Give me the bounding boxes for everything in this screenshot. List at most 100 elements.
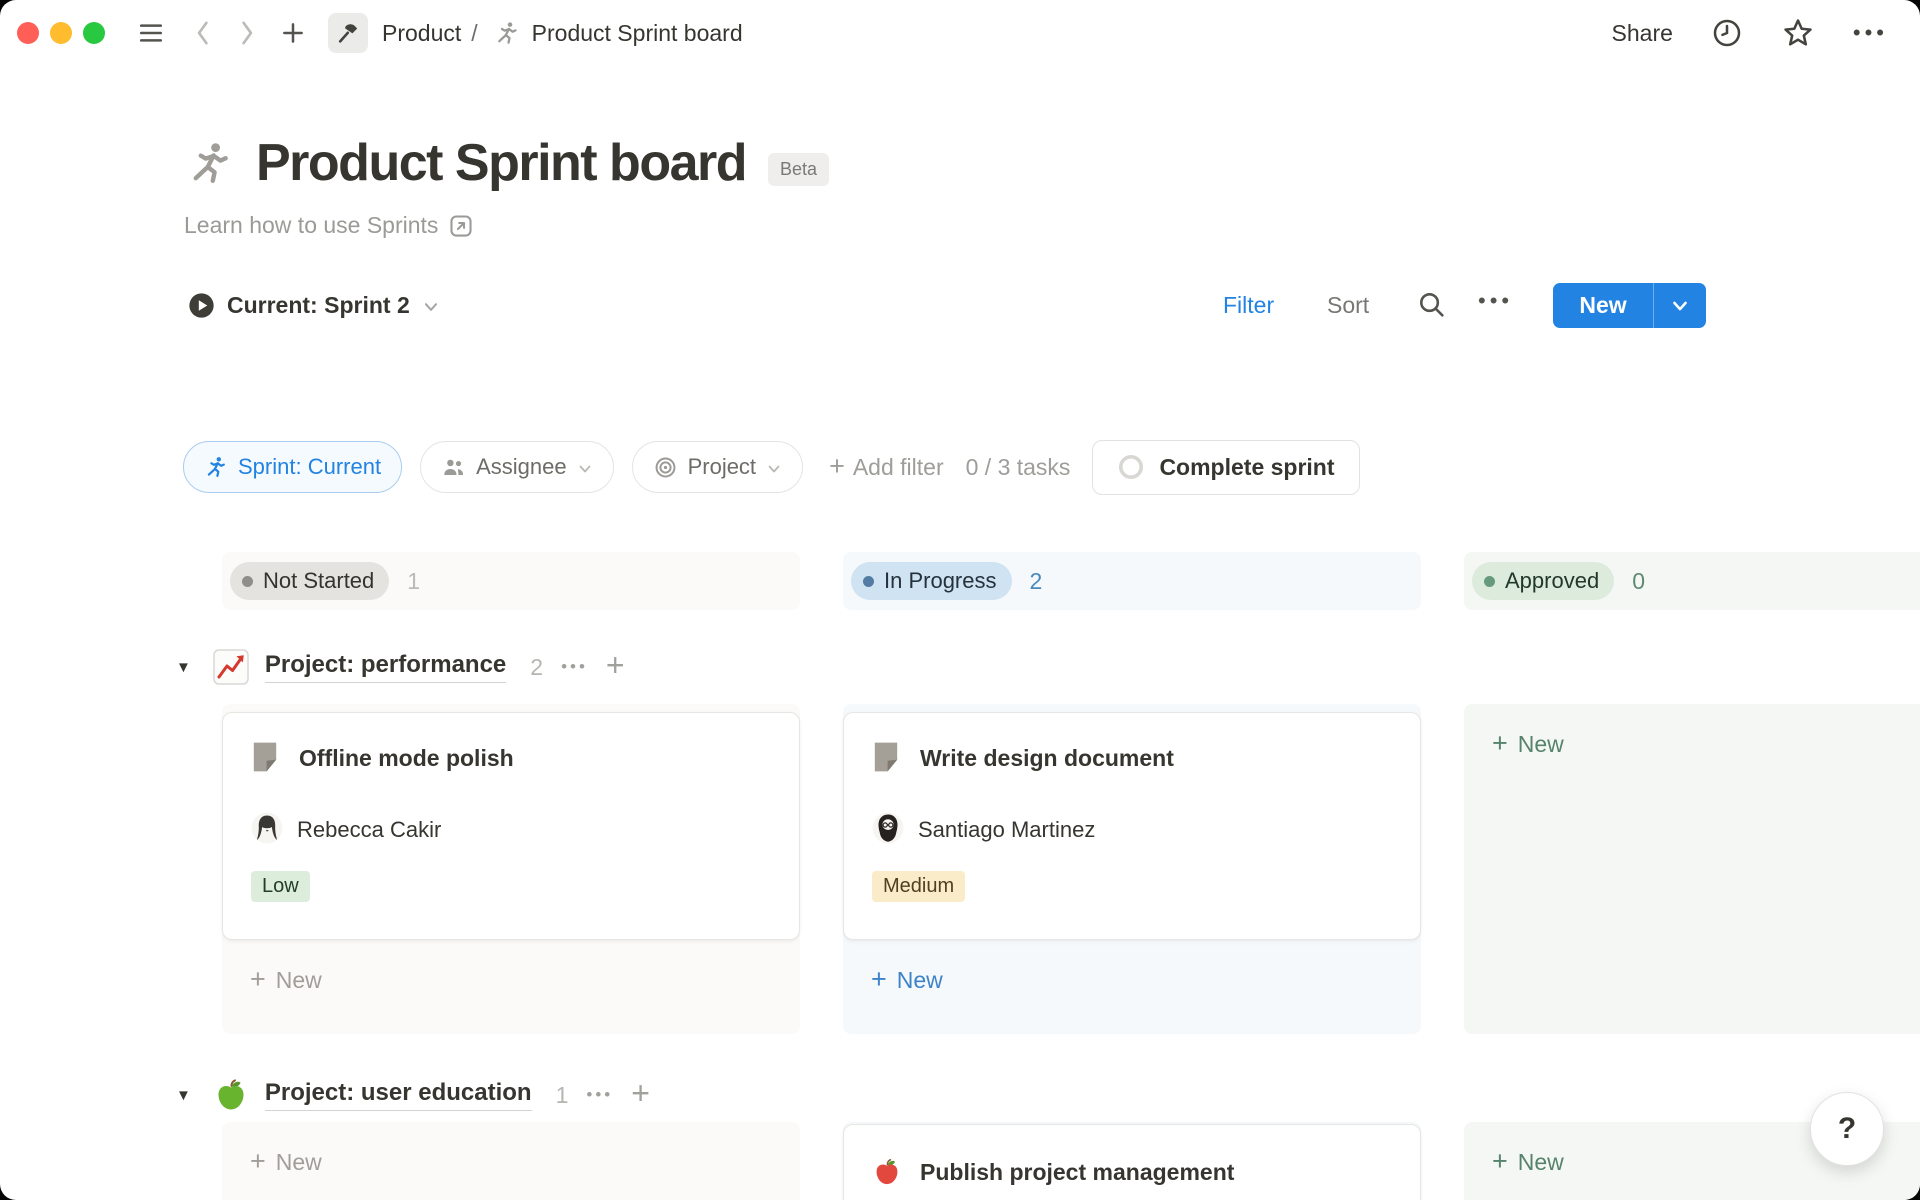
nav-forward-icon[interactable] bbox=[238, 19, 256, 47]
collapse-triangle-icon[interactable]: ▼ bbox=[176, 1087, 191, 1104]
view-more-icon[interactable]: ••• bbox=[1478, 290, 1513, 312]
card-offline-mode-polish[interactable]: Offline mode polish Rebecca Cakir Low bbox=[222, 712, 800, 940]
help-button[interactable]: ? bbox=[1810, 1092, 1884, 1166]
task-count: 0 / 3 tasks bbox=[966, 454, 1071, 481]
hamburger-menu-icon[interactable] bbox=[136, 20, 166, 46]
status-label: Not Started bbox=[263, 568, 374, 594]
group-title[interactable]: Project: performance bbox=[265, 651, 506, 683]
status-label: Approved bbox=[1505, 568, 1599, 594]
status-label: In Progress bbox=[884, 568, 997, 594]
card-write-design-document[interactable]: Write design document Santiago Martinez … bbox=[843, 712, 1421, 940]
red-apple-emoji-icon bbox=[872, 1157, 902, 1187]
collapse-triangle-icon[interactable]: ▼ bbox=[176, 659, 191, 676]
assignee-filter-label: Assignee bbox=[476, 454, 567, 480]
new-card-button[interactable]: + New bbox=[1464, 716, 1920, 772]
status-dot bbox=[242, 576, 253, 587]
progress-ring-icon bbox=[1117, 453, 1145, 481]
status-pill-approved[interactable]: Approved bbox=[1472, 562, 1614, 600]
page-icon bbox=[872, 741, 900, 773]
complete-sprint-label: Complete sprint bbox=[1159, 454, 1334, 481]
runner-icon bbox=[494, 19, 520, 47]
sort-button[interactable]: Sort bbox=[1327, 292, 1369, 319]
cell-performance-not-started: Offline mode polish Rebecca Cakir Low + … bbox=[222, 704, 800, 1034]
new-card-label: New bbox=[276, 967, 322, 994]
group-header-user-education: ▼ Project: user education 1 ••• + bbox=[176, 1072, 650, 1118]
column-count: 0 bbox=[1632, 568, 1645, 595]
share-button[interactable]: Share bbox=[1612, 20, 1673, 47]
group-add-icon[interactable]: + bbox=[631, 1077, 650, 1109]
target-icon bbox=[653, 455, 678, 480]
view-switcher[interactable]: Current: Sprint 2 bbox=[188, 283, 440, 328]
new-button[interactable]: New bbox=[1553, 283, 1706, 328]
complete-sprint-button[interactable]: Complete sprint bbox=[1092, 440, 1359, 495]
chevron-down-icon bbox=[577, 461, 593, 477]
new-card-button[interactable]: + New bbox=[222, 952, 800, 1008]
card-title: Offline mode polish bbox=[299, 745, 514, 772]
page-title: Product Sprint board bbox=[256, 133, 746, 193]
sprint-filter-label: Sprint: Current bbox=[238, 454, 381, 480]
breadcrumb-root[interactable]: Product bbox=[382, 20, 461, 47]
green-apple-emoji-icon bbox=[213, 1077, 249, 1113]
filter-bar: Sprint: Current Assignee Project + Add f… bbox=[183, 440, 1360, 494]
new-card-label: New bbox=[1518, 731, 1564, 758]
card-title: Publish project management bbox=[920, 1159, 1234, 1186]
avatar-rebecca bbox=[251, 812, 283, 844]
nav-back-icon[interactable] bbox=[194, 19, 212, 47]
more-options-icon[interactable]: ••• bbox=[1853, 22, 1888, 44]
filter-button[interactable]: Filter bbox=[1223, 292, 1274, 319]
column-header-not-started: Not Started 1 bbox=[222, 552, 800, 610]
clock-icon[interactable] bbox=[1711, 17, 1743, 49]
new-tab-plus-icon[interactable] bbox=[280, 20, 306, 46]
new-card-label: New bbox=[1518, 1149, 1564, 1176]
runner-icon bbox=[204, 455, 228, 479]
group-add-icon[interactable]: + bbox=[606, 649, 625, 681]
card-assignee: Santiago Martinez bbox=[918, 817, 1095, 843]
learn-sprints-link[interactable]: Learn how to use Sprints bbox=[184, 212, 474, 239]
cell-user-education-not-started: + New bbox=[222, 1122, 800, 1200]
group-more-icon[interactable]: ••• bbox=[586, 1085, 613, 1105]
chart-increasing-emoji-icon bbox=[213, 649, 249, 685]
view-name: Current: Sprint 2 bbox=[227, 292, 410, 319]
sprint-filter-chip[interactable]: Sprint: Current bbox=[183, 441, 402, 493]
plus-icon: + bbox=[871, 966, 887, 993]
assignee-filter-chip[interactable]: Assignee bbox=[420, 441, 614, 493]
add-filter-label: Add filter bbox=[853, 454, 944, 481]
status-pill-not-started[interactable]: Not Started bbox=[230, 562, 389, 600]
close-button[interactable] bbox=[17, 22, 39, 44]
minimize-button[interactable] bbox=[50, 22, 72, 44]
cell-user-education-in-progress: Publish project management bbox=[843, 1122, 1421, 1200]
add-filter-button[interactable]: + Add filter bbox=[829, 454, 944, 481]
zoom-button[interactable] bbox=[83, 22, 105, 44]
workspace-hammer-icon[interactable] bbox=[328, 13, 368, 53]
chevron-down-icon bbox=[766, 461, 782, 477]
status-dot bbox=[863, 576, 874, 587]
cell-performance-in-progress: Write design document Santiago Martinez … bbox=[843, 704, 1421, 1034]
people-icon bbox=[441, 455, 466, 480]
group-more-icon[interactable]: ••• bbox=[561, 657, 588, 677]
star-icon[interactable] bbox=[1781, 16, 1815, 50]
group-header-performance: ▼ Project: performance 2 ••• + bbox=[176, 644, 625, 690]
new-card-button[interactable]: + New bbox=[222, 1134, 800, 1190]
project-filter-label: Project bbox=[688, 454, 756, 480]
plus-icon: + bbox=[250, 1148, 266, 1175]
column-header-approved: Approved 0 bbox=[1464, 552, 1920, 610]
app-window: Product / Product Sprint board Share •••… bbox=[0, 0, 1920, 1200]
new-card-button[interactable]: + New bbox=[843, 952, 1421, 1008]
status-dot bbox=[1484, 576, 1495, 587]
card-publish-project-management[interactable]: Publish project management bbox=[843, 1124, 1421, 1200]
group-title[interactable]: Project: user education bbox=[265, 1079, 532, 1111]
avatar-santiago bbox=[872, 812, 904, 844]
group-count: 1 bbox=[556, 1082, 569, 1109]
plus-icon: + bbox=[829, 453, 845, 480]
breadcrumb-separator: / bbox=[471, 20, 477, 47]
priority-tag: Low bbox=[251, 871, 310, 902]
group-count: 2 bbox=[530, 654, 543, 681]
status-pill-in-progress[interactable]: In Progress bbox=[851, 562, 1012, 600]
search-icon[interactable] bbox=[1416, 289, 1447, 320]
column-header-in-progress: In Progress 2 bbox=[843, 552, 1421, 610]
breadcrumb-current[interactable]: Product Sprint board bbox=[532, 20, 743, 47]
cell-performance-approved: + New bbox=[1464, 704, 1920, 1034]
new-button-chevron-icon[interactable] bbox=[1654, 296, 1706, 316]
project-filter-chip[interactable]: Project bbox=[632, 441, 803, 493]
page-icon-runner[interactable] bbox=[186, 135, 234, 191]
